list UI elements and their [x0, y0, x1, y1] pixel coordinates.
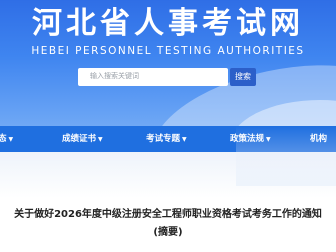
chevron-down-icon: ▼: [266, 136, 271, 143]
article-subtitle: (摘要): [153, 227, 183, 238]
nav-item-certificates[interactable]: 成绩证书 ▼: [62, 126, 103, 152]
chevron-down-icon: ▼: [182, 136, 187, 143]
nav-item-label: 政策法规: [230, 134, 265, 144]
search-input[interactable]: [78, 68, 228, 86]
nav-item-exam-topics[interactable]: 考试专题 ▼: [146, 126, 187, 152]
nav-item-label: 考试专题: [146, 134, 181, 144]
nav-item-dynamics[interactable]: 态 ▼: [0, 126, 13, 152]
nav-item-institutions[interactable]: 机构: [310, 126, 327, 152]
main-nav: 态 ▼ 成绩证书 ▼ 考试专题 ▼ 政策法规 ▼ 机构: [0, 126, 336, 152]
article-title: 关于做好2026年度中级注册安全工程师职业资格考试考务工作的通知: [14, 209, 322, 220]
site-subtitle: HEBEI PERSONNEL TESTING AUTHORITIES: [31, 45, 305, 57]
header-banner: 河北省人事考试网 HEBEI PERSONNEL TESTING AUTHORI…: [0, 0, 336, 126]
nav-item-label: 成绩证书: [62, 134, 97, 144]
content-header-background: [0, 152, 336, 198]
search-button[interactable]: 搜索: [230, 68, 256, 86]
site-title: 河北省人事考试网: [32, 6, 304, 41]
nav-item-label: 机构: [310, 134, 328, 144]
chevron-down-icon: ▼: [8, 136, 14, 143]
chevron-down-icon: ▼: [98, 136, 103, 143]
nav-item-policies[interactable]: 政策法规 ▼: [230, 126, 271, 152]
nav-item-label: 态: [0, 134, 7, 144]
